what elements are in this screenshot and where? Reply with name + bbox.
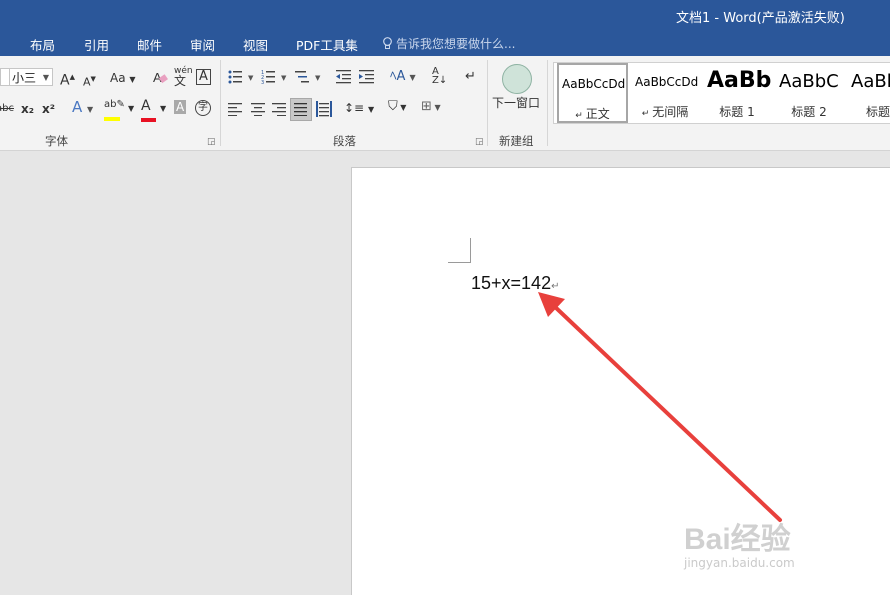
- baidu-watermark-logo: Bai经验: [684, 523, 791, 556]
- baidu-watermark-url: jingyan.baidu.com: [684, 556, 795, 570]
- annotation-arrow: [538, 292, 782, 522]
